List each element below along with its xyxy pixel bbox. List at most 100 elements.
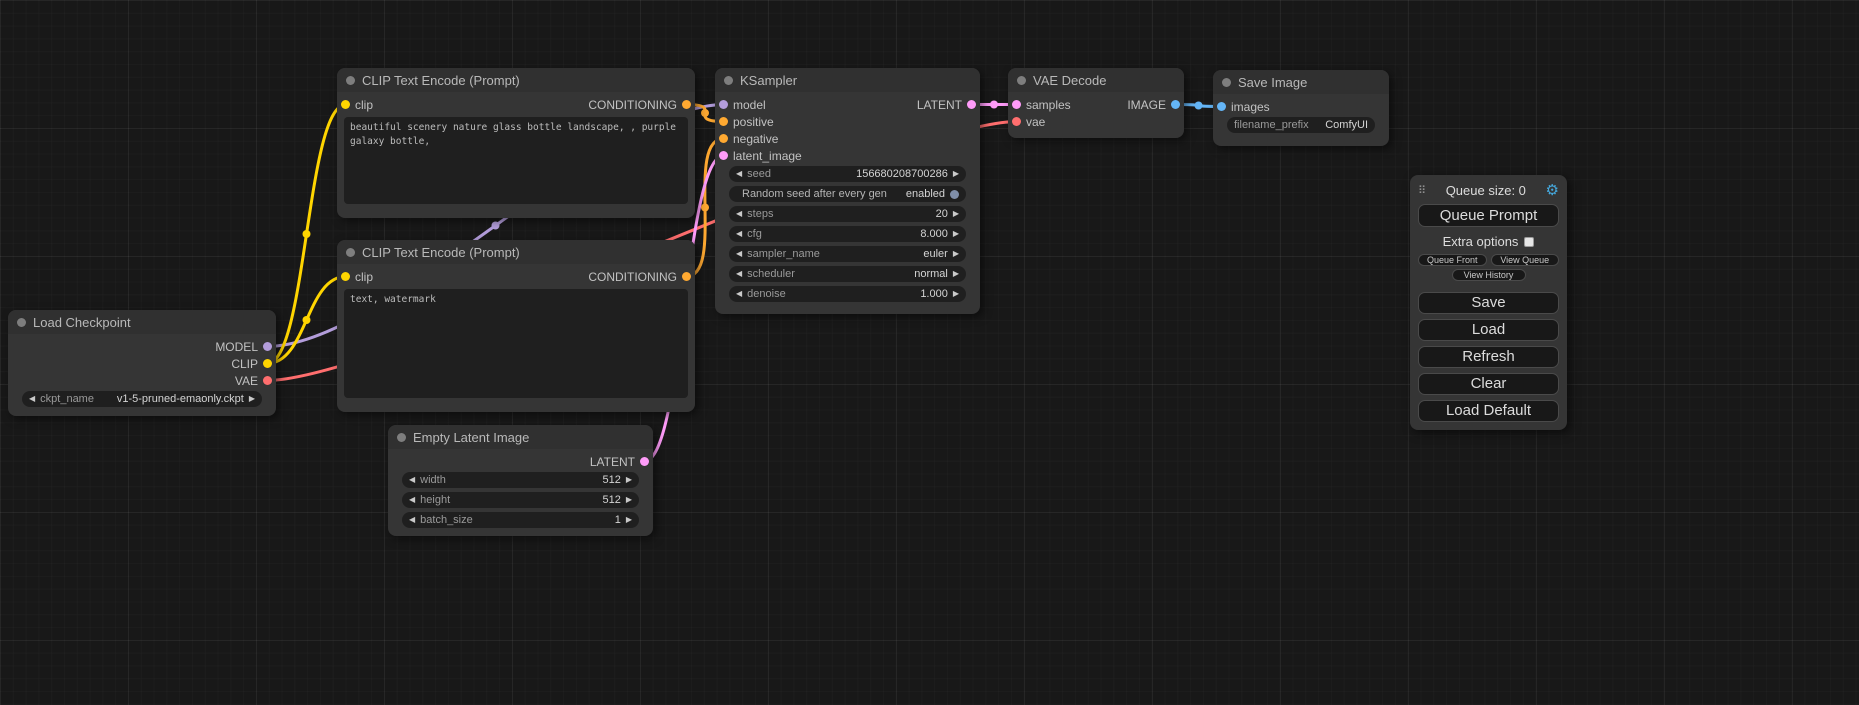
collapse-dot[interactable] xyxy=(1017,76,1026,85)
node-clip-text-encode-2[interactable]: CLIP Text Encode (Prompt)clipCONDITIONIN… xyxy=(337,240,695,412)
decrement-arrow-icon[interactable]: ◀ xyxy=(736,270,742,278)
collapse-dot[interactable] xyxy=(346,248,355,257)
input-slot-model-dot[interactable] xyxy=(719,100,728,109)
output-slot-VAE-dot[interactable] xyxy=(263,376,272,385)
input-slot-label: negative xyxy=(733,132,778,146)
collapse-dot[interactable] xyxy=(397,433,406,442)
node-vae-decode[interactable]: VAE DecodesamplesIMAGEvae xyxy=(1008,68,1184,138)
collapse-dot[interactable] xyxy=(346,76,355,85)
load-button[interactable]: Load xyxy=(1418,319,1559,341)
node-titlebar[interactable]: Save Image xyxy=(1213,70,1389,94)
widget-batch_size[interactable]: ◀batch_size1▶ xyxy=(402,512,639,528)
slot-row: positive xyxy=(715,113,980,130)
output-slot-CLIP-dot[interactable] xyxy=(263,359,272,368)
input-slot-clip-dot[interactable] xyxy=(341,100,350,109)
output-slot-MODEL-dot[interactable] xyxy=(263,342,272,351)
collapse-dot[interactable] xyxy=(724,76,733,85)
decrement-arrow-icon[interactable]: ◀ xyxy=(409,476,415,484)
input-slot-latent_image-dot[interactable] xyxy=(719,151,728,160)
increment-arrow-icon[interactable]: ▶ xyxy=(953,230,959,238)
widget-width[interactable]: ◀width512▶ xyxy=(402,472,639,488)
increment-arrow-icon[interactable]: ▶ xyxy=(953,270,959,278)
collapse-dot[interactable] xyxy=(17,318,26,327)
extra-options-checkbox[interactable] xyxy=(1524,237,1534,247)
output-slot-CONDITIONING-dot[interactable] xyxy=(682,100,691,109)
collapse-dot[interactable] xyxy=(1222,78,1231,87)
widget-height[interactable]: ◀height512▶ xyxy=(402,492,639,508)
input-slot-clip-dot[interactable] xyxy=(341,272,350,281)
widget-random-seed-after-every-gen[interactable]: Random seed after every genenabled xyxy=(729,186,966,202)
menu-drag-handle-icon[interactable]: ⠿ xyxy=(1418,184,1426,197)
decrement-arrow-icon[interactable]: ◀ xyxy=(736,290,742,298)
decrement-arrow-icon[interactable]: ◀ xyxy=(736,170,742,178)
widget-scheduler[interactable]: ◀schedulernormal▶ xyxy=(729,266,966,282)
load-default-button[interactable]: Load Default xyxy=(1418,400,1559,422)
node-save-image[interactable]: Save Image images filename_prefixComfyUI xyxy=(1213,70,1389,146)
output-slot-LATENT-dot[interactable] xyxy=(640,457,649,466)
node-load-checkpoint[interactable]: Load CheckpointMODELCLIPVAE◀ckpt_namev1-… xyxy=(8,310,276,416)
increment-arrow-icon[interactable]: ▶ xyxy=(626,516,632,524)
input-slot-label: images xyxy=(1231,100,1270,114)
widget-denoise[interactable]: ◀denoise1.000▶ xyxy=(729,286,966,302)
increment-arrow-icon[interactable]: ▶ xyxy=(626,476,632,484)
decrement-arrow-icon[interactable]: ◀ xyxy=(409,496,415,504)
input-slot-samples-dot[interactable] xyxy=(1012,100,1021,109)
node-ksampler[interactable]: KSamplermodelLATENTpositivenegativelaten… xyxy=(715,68,980,314)
view-history-row: View History xyxy=(1418,269,1559,281)
input-slot-positive-dot[interactable] xyxy=(719,117,728,126)
graph-canvas[interactable]: Load CheckpointMODELCLIPVAE◀ckpt_namev1-… xyxy=(0,0,1859,705)
widget-name: cfg xyxy=(747,228,762,240)
output-slot-IMAGE-dot[interactable] xyxy=(1171,100,1180,109)
prompt-textarea[interactable]: beautiful scenery nature glass bottle la… xyxy=(344,117,688,204)
node-titlebar[interactable]: Empty Latent Image xyxy=(388,425,653,449)
queue-front-button[interactable]: Queue Front xyxy=(1418,254,1487,266)
decrement-arrow-icon[interactable]: ◀ xyxy=(736,230,742,238)
widget-name: seed xyxy=(747,168,771,180)
input-slot-images-dot[interactable] xyxy=(1217,102,1226,111)
node-titlebar[interactable]: KSampler xyxy=(715,68,980,92)
slot-row: vae xyxy=(1008,113,1184,130)
settings-gear-icon[interactable]: ⚙ xyxy=(1546,181,1559,199)
increment-arrow-icon[interactable]: ▶ xyxy=(953,210,959,218)
increment-arrow-icon[interactable]: ▶ xyxy=(953,170,959,178)
clear-button[interactable]: Clear xyxy=(1418,373,1559,395)
node-titlebar[interactable]: VAE Decode xyxy=(1008,68,1184,92)
decrement-arrow-icon[interactable]: ◀ xyxy=(736,250,742,258)
node-titlebar[interactable]: CLIP Text Encode (Prompt) xyxy=(337,68,695,92)
node-title-label: CLIP Text Encode (Prompt) xyxy=(362,73,520,88)
decrement-arrow-icon[interactable]: ◀ xyxy=(736,210,742,218)
node-clip-text-encode-1[interactable]: CLIP Text Encode (Prompt) clipCONDITIONIN… xyxy=(337,68,695,218)
slot-rows: clipCONDITIONING xyxy=(337,92,695,113)
widget-seed[interactable]: ◀seed156680208700286▶ xyxy=(729,166,966,182)
view-queue-button[interactable]: View Queue xyxy=(1491,254,1560,266)
decrement-arrow-icon[interactable]: ◀ xyxy=(29,395,35,403)
node-titlebar[interactable]: Load Checkpoint xyxy=(8,310,276,334)
node-empty-latent-image[interactable]: Empty Latent ImageLATENT◀width512▶◀heigh… xyxy=(388,425,653,536)
widget-name: width xyxy=(420,474,446,486)
widget-cfg[interactable]: ◀cfg8.000▶ xyxy=(729,226,966,242)
view-history-button[interactable]: View History xyxy=(1452,269,1526,281)
widget-filename_prefix[interactable]: filename_prefixComfyUI xyxy=(1227,117,1375,133)
widget-name: ckpt_name xyxy=(40,393,94,405)
output-slot-LATENT-dot[interactable] xyxy=(967,100,976,109)
prompt-textarea[interactable]: text, watermark xyxy=(344,289,688,398)
toggle-knob-icon[interactable] xyxy=(950,190,959,199)
increment-arrow-icon[interactable]: ▶ xyxy=(953,290,959,298)
widget-steps[interactable]: ◀steps20▶ xyxy=(729,206,966,222)
increment-arrow-icon[interactable]: ▶ xyxy=(953,250,959,258)
input-slot-vae-dot[interactable] xyxy=(1012,117,1021,126)
increment-arrow-icon[interactable]: ▶ xyxy=(626,496,632,504)
save-button[interactable]: Save xyxy=(1418,292,1559,314)
widget-sampler_name[interactable]: ◀sampler_nameeuler▶ xyxy=(729,246,966,262)
output-slot-CONDITIONING-dot[interactable] xyxy=(682,272,691,281)
refresh-button[interactable]: Refresh xyxy=(1418,346,1559,368)
decrement-arrow-icon[interactable]: ◀ xyxy=(409,516,415,524)
input-slot-label: clip xyxy=(355,98,373,112)
widget-ckpt_name[interactable]: ◀ckpt_namev1-5-pruned-emaonly.ckpt▶ xyxy=(22,391,262,407)
node-titlebar[interactable]: CLIP Text Encode (Prompt) xyxy=(337,240,695,264)
increment-arrow-icon[interactable]: ▶ xyxy=(249,395,255,403)
input-slot-negative-dot[interactable] xyxy=(719,134,728,143)
widgets-area: ◀seed156680208700286▶Random seed after e… xyxy=(715,164,980,302)
widget-value: 1 xyxy=(615,514,621,526)
queue-prompt-button[interactable]: Queue Prompt xyxy=(1418,204,1559,227)
